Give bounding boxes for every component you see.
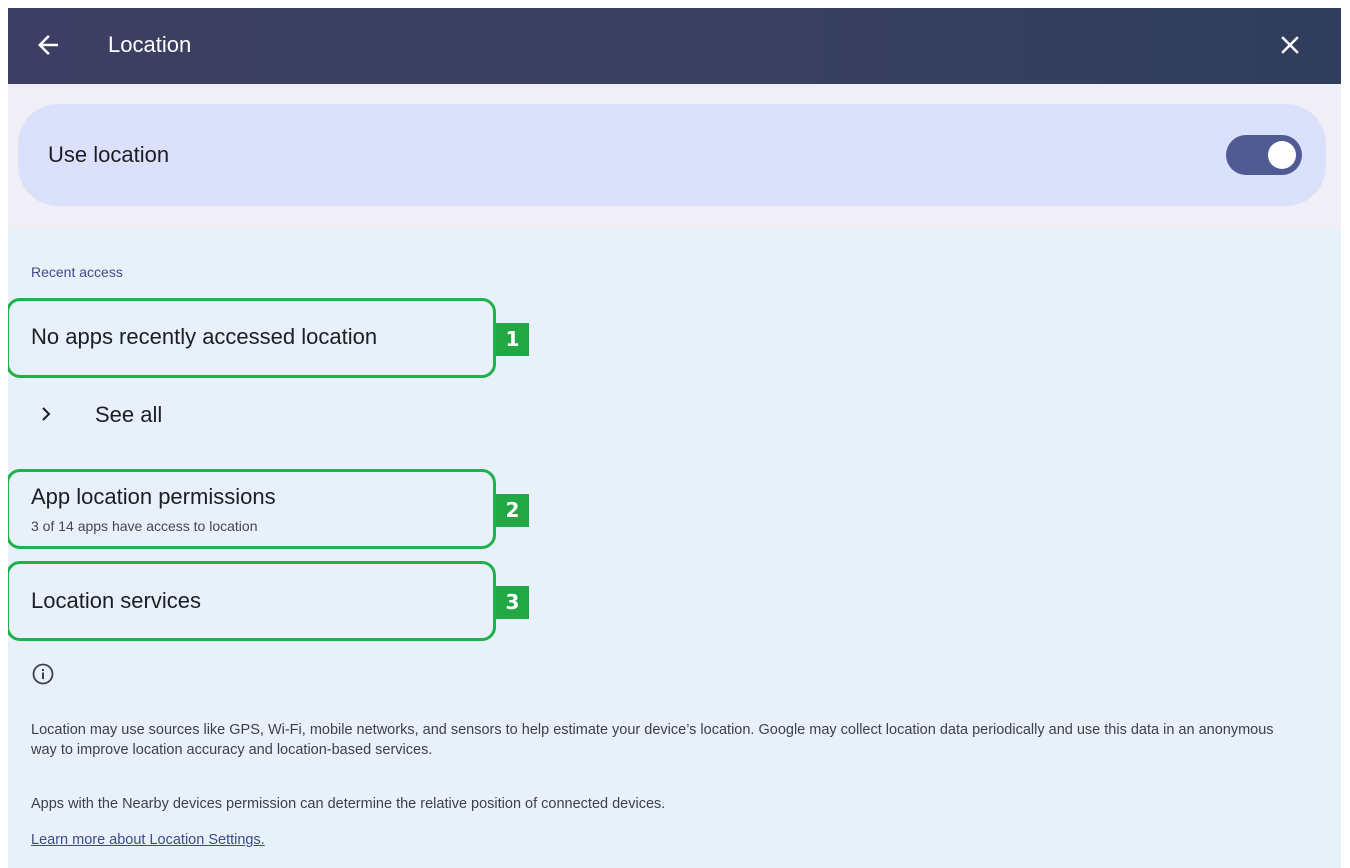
location-settings-screen: Location Use location Recent access No a… xyxy=(8,8,1341,868)
toggle-knob xyxy=(1268,141,1296,169)
info-icon xyxy=(32,663,54,685)
annotation-badge-1: 1 xyxy=(496,323,529,356)
use-location-switch-row[interactable]: Use location xyxy=(18,104,1326,206)
annotation-box-1 xyxy=(8,298,496,378)
learn-more-link[interactable]: Learn more about Location Settings. xyxy=(31,830,265,850)
use-location-label: Use location xyxy=(48,142,170,167)
location-description: Location may use sources like GPS, Wi-Fi… xyxy=(31,722,1274,758)
annotation-box-3 xyxy=(8,561,496,641)
app-bar: Location xyxy=(8,8,1341,84)
chevron-right-icon xyxy=(42,407,51,421)
recent-access-header: Recent access xyxy=(31,264,123,280)
page-title: Location xyxy=(108,32,192,57)
use-location-toggle[interactable] xyxy=(1226,135,1302,175)
annotation-badge-2: 2 xyxy=(496,494,529,527)
close-icon[interactable] xyxy=(1275,30,1305,60)
annotation-badge-3: 3 xyxy=(496,586,529,619)
annotation-box-2 xyxy=(8,469,496,549)
nearby-devices-note: Apps with the Nearby devices permission … xyxy=(31,796,666,812)
see-all-link[interactable]: See all xyxy=(95,400,162,430)
arrow-left-icon[interactable] xyxy=(33,30,63,60)
